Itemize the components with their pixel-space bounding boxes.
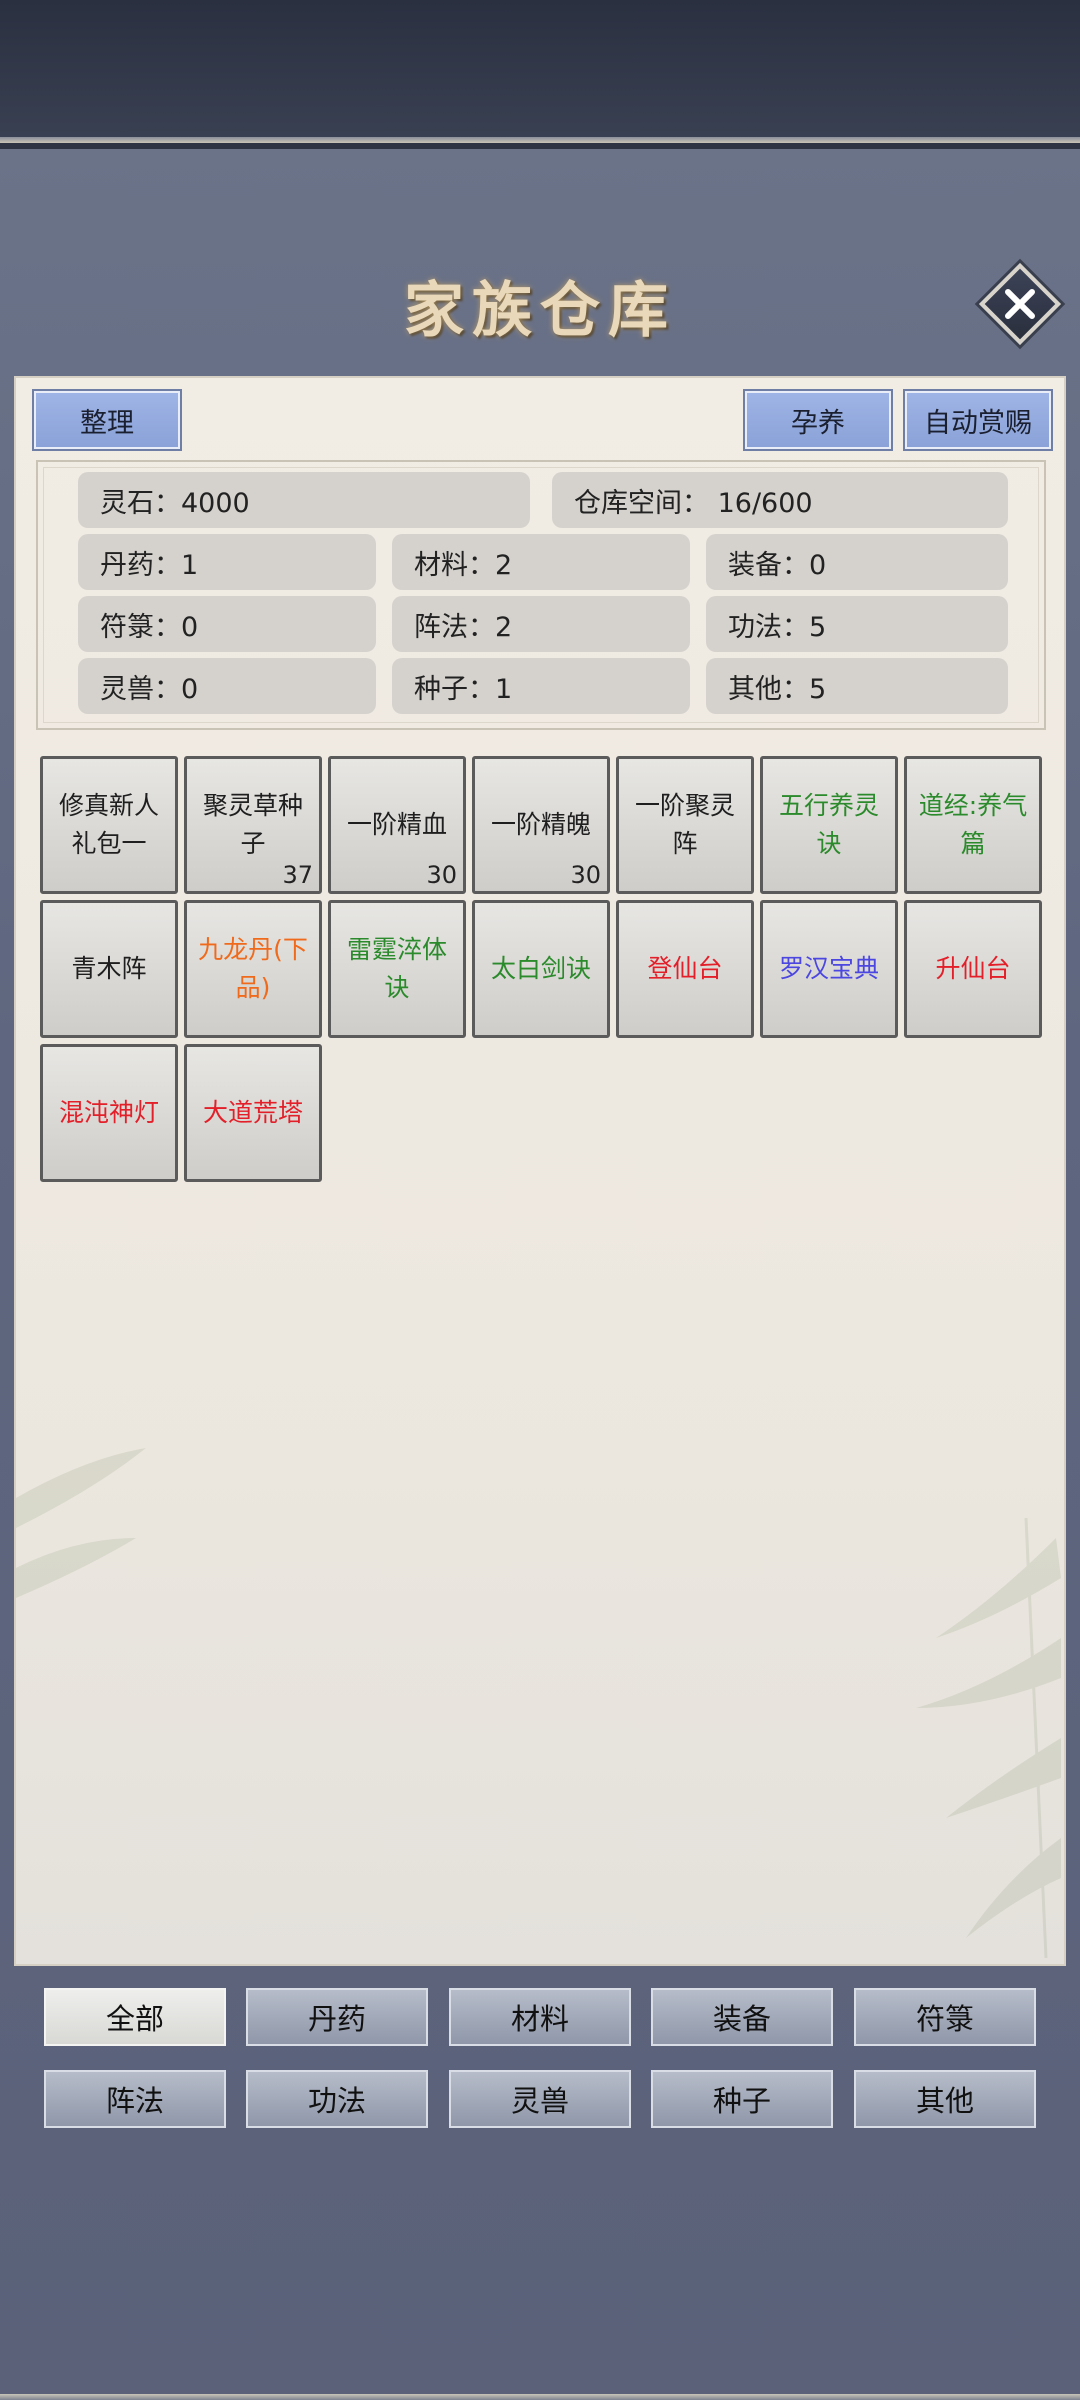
item-slot[interactable]: 聚灵草种子 37	[184, 756, 322, 894]
item-slot[interactable]: 登仙台	[616, 900, 754, 1038]
item-name: 五行养灵诀	[778, 791, 879, 858]
category-pills-button[interactable]: 丹药	[246, 1988, 428, 2046]
talismans-stat: 符箓：0	[78, 596, 376, 652]
auto-reward-button[interactable]: 自动赏赐	[905, 391, 1051, 449]
item-slot[interactable]: 道经:养气篇	[904, 756, 1042, 894]
item-name: 罗汉宝典	[778, 954, 879, 983]
capacity-stat: 仓库空间： 16/600	[552, 472, 1008, 528]
item-slot[interactable]: 大道荒塔	[184, 1044, 322, 1182]
page-title: 家族仓库	[404, 276, 676, 346]
item-name: 登仙台	[647, 954, 723, 983]
close-button[interactable]	[978, 262, 1062, 346]
item-name: 大道荒塔	[202, 1098, 303, 1127]
item-quantity: 30	[570, 861, 601, 889]
item-slot[interactable]: 一阶聚灵阵	[616, 756, 754, 894]
item-name: 一阶精魄	[490, 810, 591, 839]
close-x-icon	[1005, 289, 1035, 319]
top-bar	[0, 0, 1080, 143]
formations-stat: 阵法：2	[392, 596, 690, 652]
item-slot[interactable]: 雷霆淬体诀	[328, 900, 466, 1038]
category-materials-button[interactable]: 材料	[449, 1988, 631, 2046]
item-slot[interactable]: 罗汉宝典	[760, 900, 898, 1038]
breed-button[interactable]: 孕养	[745, 391, 891, 449]
item-name: 一阶精血	[346, 810, 447, 839]
category-seeds-button[interactable]: 种子	[651, 2070, 833, 2128]
category-techniques-button[interactable]: 功法	[246, 2070, 428, 2128]
item-slot[interactable]: 太白剑诀	[472, 900, 610, 1038]
category-beasts-button[interactable]: 灵兽	[449, 2070, 631, 2128]
item-slot[interactable]: 升仙台	[904, 900, 1042, 1038]
item-quantity: 37	[282, 861, 313, 889]
item-name: 修真新人礼包一	[58, 791, 159, 858]
warehouse-panel: 整理 孕养 自动赏赐 灵石：4000 仓库空间： 16/600 丹药：1 材料：…	[14, 376, 1066, 1966]
item-name: 聚灵草种子	[202, 791, 303, 858]
item-name: 九龙丹(下品)	[198, 935, 308, 1002]
item-name: 太白剑诀	[490, 954, 591, 983]
others-stat: 其他：5	[706, 658, 1008, 714]
item-quantity: 30	[426, 861, 457, 889]
category-equipment-button[interactable]: 装备	[651, 1988, 833, 2046]
item-slot[interactable]: 青木阵	[40, 900, 178, 1038]
materials-stat: 材料：2	[392, 534, 690, 590]
bottom-edge	[0, 2394, 1080, 2400]
item-slot[interactable]: 一阶精血 30	[328, 756, 466, 894]
equipment-stat: 装备：0	[706, 534, 1008, 590]
item-slot[interactable]: 五行养灵诀	[760, 756, 898, 894]
item-slot[interactable]: 修真新人礼包一	[40, 756, 178, 894]
item-slot[interactable]: 九龙丹(下品)	[184, 900, 322, 1038]
item-name: 一阶聚灵阵	[634, 791, 735, 858]
bamboo-leaf-decoration-right	[916, 1518, 1061, 1958]
category-all-button[interactable]: 全部	[44, 1988, 226, 2046]
spirit-stone-stat: 灵石：4000	[78, 472, 530, 528]
seeds-stat: 种子：1	[392, 658, 690, 714]
item-name: 升仙台	[935, 954, 1011, 983]
item-slot[interactable]: 混沌神灯	[40, 1044, 178, 1182]
item-name: 道经:养气篇	[918, 791, 1028, 858]
beasts-stat: 灵兽：0	[78, 658, 376, 714]
pills-stat: 丹药：1	[78, 534, 376, 590]
stats-frame: 灵石：4000 仓库空间： 16/600 丹药：1 材料：2 装备：0 符箓：0…	[36, 460, 1046, 730]
bamboo-leaf-decoration-left	[16, 1448, 146, 1598]
item-slot[interactable]: 一阶精魄 30	[472, 756, 610, 894]
category-others-button[interactable]: 其他	[854, 2070, 1036, 2128]
item-name: 混沌神灯	[58, 1098, 159, 1127]
category-formations-button[interactable]: 阵法	[44, 2070, 226, 2128]
item-name: 青木阵	[71, 954, 147, 983]
category-talismans-button[interactable]: 符箓	[854, 1988, 1036, 2046]
techniques-stat: 功法：5	[706, 596, 1008, 652]
sort-button[interactable]: 整理	[34, 391, 180, 449]
item-name: 雷霆淬体诀	[346, 935, 447, 1002]
